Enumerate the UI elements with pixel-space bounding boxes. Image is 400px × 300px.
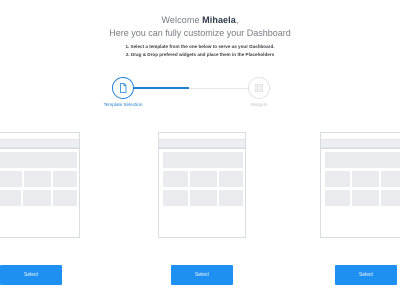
- placeholder-block: [325, 190, 350, 206]
- instruction-1: 1. Select a template from the one below …: [125, 44, 275, 49]
- welcome-prefix: Welcome: [161, 15, 203, 25]
- step-circle: [248, 77, 270, 99]
- placeholder-block: [352, 190, 379, 206]
- instruction-2: 2. Drag & Drop prefered widgets and plac…: [125, 52, 275, 57]
- template-card-1[interactable]: [0, 132, 80, 238]
- stepper-connector: [189, 88, 249, 89]
- template-layout: [159, 148, 245, 239]
- placeholder-block: [163, 171, 188, 187]
- placeholder-block: [190, 171, 217, 187]
- welcome-suffix: ,: [235, 15, 239, 25]
- progress-stepper: Template Selection Widgets: [0, 76, 400, 116]
- placeholder-block: [352, 171, 379, 187]
- template-card-3[interactable]: [320, 132, 400, 238]
- select-template-2-button[interactable]: Select: [171, 265, 233, 285]
- dashboard-setup-page: Welcome Mihaela, Here you can fully cust…: [0, 0, 400, 300]
- welcome-heading: Welcome Mihaela,: [0, 15, 400, 25]
- select-template-3-button[interactable]: Select: [335, 265, 397, 285]
- template-header-bar: [159, 139, 245, 148]
- placeholder-block: [381, 190, 400, 206]
- placeholder-block: [53, 171, 77, 187]
- placeholder-block: [0, 152, 77, 168]
- placeholder-block: [53, 190, 77, 206]
- document-icon: [120, 83, 127, 93]
- select-template-1-button[interactable]: Select: [0, 265, 62, 285]
- template-card-2[interactable]: [158, 132, 246, 238]
- placeholder-block: [219, 190, 243, 206]
- placeholder-block: [163, 152, 243, 168]
- placeholder-block: [325, 171, 350, 187]
- template-layout: [0, 148, 79, 239]
- step-label: Template Selection: [103, 102, 143, 107]
- step-circle: [112, 77, 134, 99]
- placeholder-block: [325, 152, 400, 168]
- page-subtitle: Here you can fully customize your Dashbo…: [109, 28, 291, 38]
- template-header-bar: [0, 139, 79, 148]
- placeholder-block: [0, 171, 22, 187]
- stepper-connector-active: [133, 87, 189, 89]
- placeholder-block: [163, 190, 188, 206]
- grid-icon: [255, 84, 263, 92]
- placeholder-block: [24, 171, 51, 187]
- step-label: Widgets: [250, 102, 268, 107]
- template-header-bar: [321, 139, 400, 148]
- user-name: Mihaela: [202, 15, 236, 25]
- placeholder-block: [190, 190, 217, 206]
- placeholder-block: [23, 190, 51, 206]
- template-layout: [321, 148, 400, 239]
- placeholder-block: [219, 171, 243, 187]
- placeholder-block: [0, 190, 21, 206]
- placeholder-block: [381, 171, 400, 187]
